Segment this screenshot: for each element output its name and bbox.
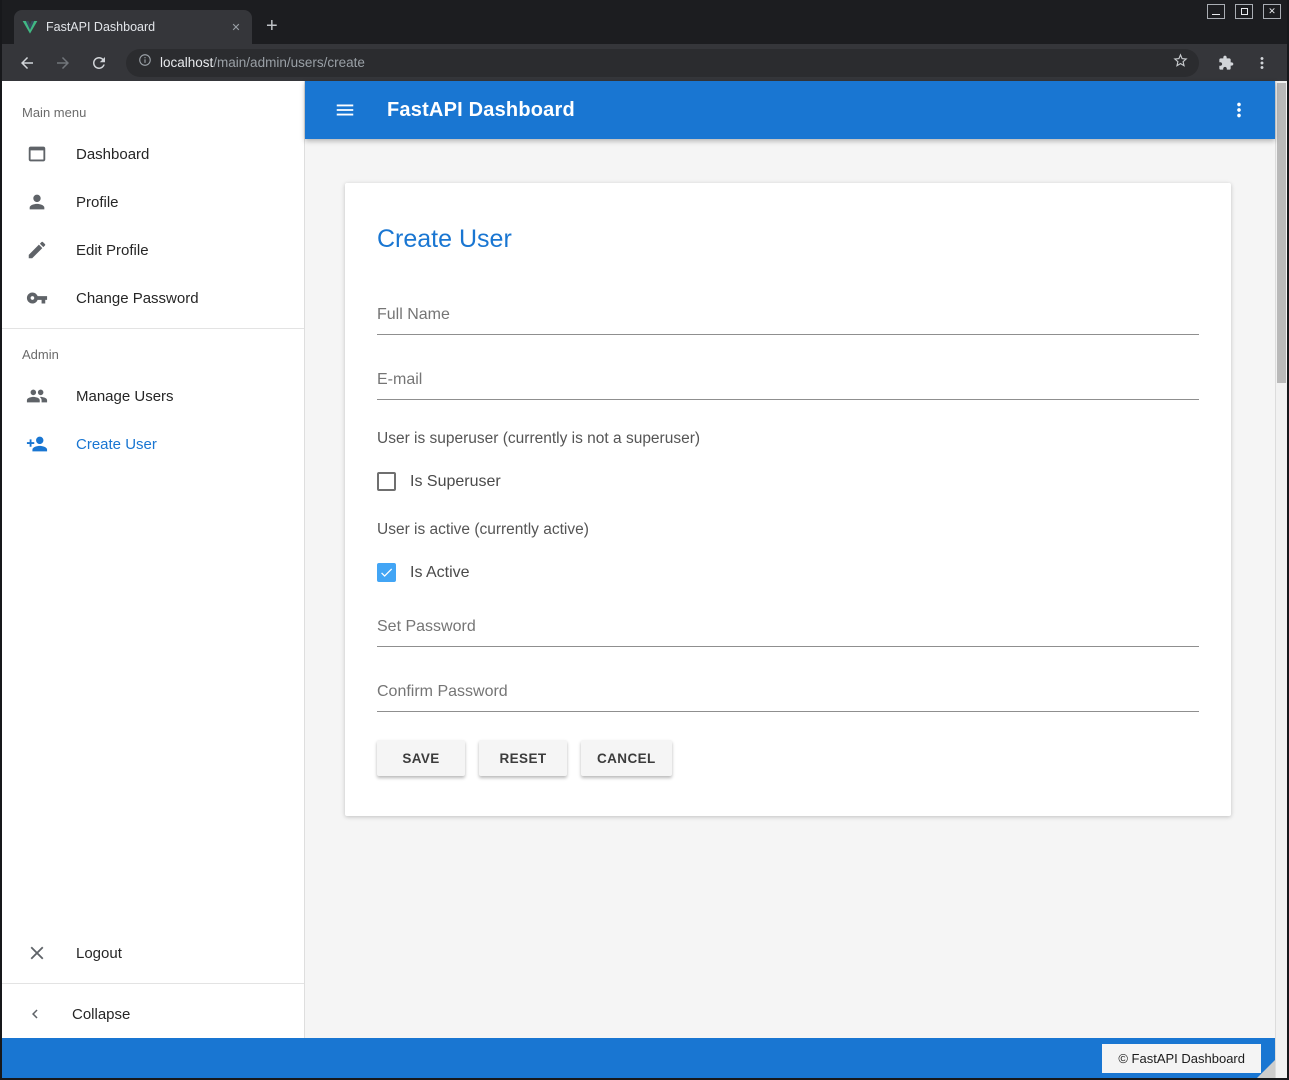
is-superuser-checkbox[interactable] — [377, 472, 396, 491]
key-icon — [26, 287, 48, 309]
page: Main menu Dashboard Profile Edit Profile… — [2, 81, 1287, 1078]
sidebar: Main menu Dashboard Profile Edit Profile… — [2, 81, 305, 1038]
page-scrollbar[interactable] — [1275, 81, 1287, 1078]
sidebar-item-collapse[interactable]: Collapse — [2, 990, 304, 1038]
vuetify-logo-icon — [22, 19, 38, 35]
resize-grip — [1257, 1060, 1275, 1078]
is-active-checkbox-row[interactable]: Is Active — [377, 563, 1199, 582]
app-bar-menu-button[interactable] — [1221, 92, 1257, 128]
back-icon — [18, 54, 36, 72]
sidebar-item-edit-profile[interactable]: Edit Profile — [2, 226, 304, 274]
hamburger-menu-button[interactable] — [327, 92, 363, 128]
sidebar-item-logout[interactable]: Logout — [2, 929, 304, 977]
url-host: localhost — [160, 55, 213, 70]
page-title: Create User — [377, 225, 1199, 254]
pencil-icon — [26, 239, 48, 261]
sidebar-section-main-menu: Main menu — [2, 85, 304, 130]
sidebar-item-dashboard[interactable]: Dashboard — [2, 130, 304, 178]
sidebar-divider — [2, 328, 304, 329]
person-add-icon — [26, 433, 48, 455]
url-path: /main/admin/users/create — [213, 55, 365, 70]
maximize-button[interactable] — [1235, 4, 1253, 19]
chevron-left-icon — [26, 1005, 44, 1023]
form-actions: SAVE RESET CANCEL — [377, 740, 1199, 776]
sidebar-item-label: Logout — [76, 945, 122, 962]
address-bar[interactable]: localhost/main/admin/users/create — [126, 49, 1199, 77]
sidebar-divider — [2, 983, 304, 984]
checkbox-label: Is Active — [410, 564, 470, 582]
minimize-icon — [1212, 14, 1220, 15]
sidebar-item-label: Edit Profile — [76, 242, 149, 259]
browser-menu-button[interactable] — [1247, 48, 1277, 78]
logout-x-icon — [26, 942, 48, 964]
set-password-field[interactable] — [377, 612, 1199, 647]
people-icon — [26, 385, 48, 407]
active-hint: User is active (currently active) — [377, 521, 1199, 539]
app-bar-title: FastAPI Dashboard — [387, 99, 575, 122]
dashboard-icon — [26, 143, 48, 165]
kebab-menu-icon — [1253, 54, 1271, 72]
sidebar-item-label: Profile — [76, 194, 119, 211]
sidebar-item-change-password[interactable]: Change Password — [2, 274, 304, 322]
sidebar-item-label: Change Password — [76, 290, 199, 307]
person-icon — [26, 191, 48, 213]
extensions-icon — [1218, 55, 1234, 71]
tab-title: FastAPI Dashboard — [46, 20, 220, 34]
footer: © FastAPI Dashboard — [2, 1038, 1275, 1078]
reload-icon — [90, 54, 108, 72]
is-superuser-checkbox-row[interactable]: Is Superuser — [377, 472, 1199, 491]
create-user-card: Create User User is superuser (currently… — [345, 183, 1231, 816]
kebab-menu-icon — [1228, 99, 1250, 121]
close-window-button[interactable]: ✕ — [1263, 4, 1281, 19]
save-button[interactable]: SAVE — [377, 740, 465, 776]
content-area: Create User User is superuser (currently… — [305, 139, 1275, 1038]
email-field[interactable] — [377, 365, 1199, 400]
browser-window: FastAPI Dashboard ✕ + ✕ localhost/main/a… — [0, 0, 1289, 1080]
is-active-checkbox[interactable] — [377, 563, 396, 582]
browser-tab-bar: FastAPI Dashboard ✕ + ✕ — [2, 0, 1287, 44]
hamburger-icon — [334, 99, 356, 121]
confirm-password-field[interactable] — [377, 677, 1199, 712]
new-tab-button[interactable]: + — [266, 16, 278, 36]
window-controls: ✕ — [1207, 4, 1281, 19]
forward-icon — [54, 54, 72, 72]
page-info-icon[interactable] — [138, 53, 152, 72]
close-icon: ✕ — [1268, 7, 1276, 16]
checkbox-label: Is Superuser — [410, 473, 501, 491]
extensions-button[interactable] — [1211, 48, 1241, 78]
superuser-hint: User is superuser (currently is not a su… — [377, 430, 1199, 448]
cancel-button[interactable]: CANCEL — [581, 740, 672, 776]
sidebar-item-label: Collapse — [72, 1006, 130, 1023]
bookmark-star-icon[interactable] — [1172, 52, 1189, 74]
sidebar-section-admin: Admin — [2, 335, 304, 372]
main-area: FastAPI Dashboard Create User User is su… — [305, 81, 1275, 1038]
url-text: localhost/main/admin/users/create — [160, 55, 1164, 70]
back-button[interactable] — [12, 48, 42, 78]
sidebar-item-label: Dashboard — [76, 146, 149, 163]
reset-button[interactable]: RESET — [479, 740, 567, 776]
sidebar-spacer — [2, 468, 304, 929]
maximize-icon — [1241, 8, 1248, 15]
sidebar-item-label: Manage Users — [76, 388, 174, 405]
sidebar-item-create-user[interactable]: Create User — [2, 420, 304, 468]
tab-close-icon[interactable]: ✕ — [228, 19, 244, 35]
full-name-field[interactable] — [377, 300, 1199, 335]
sidebar-item-label: Create User — [76, 436, 157, 453]
forward-button[interactable] — [48, 48, 78, 78]
minimize-button[interactable] — [1207, 4, 1225, 19]
scrollbar-thumb[interactable] — [1277, 83, 1286, 383]
browser-tab[interactable]: FastAPI Dashboard ✕ — [14, 10, 252, 44]
check-icon — [379, 565, 394, 580]
sidebar-item-manage-users[interactable]: Manage Users — [2, 372, 304, 420]
browser-toolbar: localhost/main/admin/users/create — [2, 44, 1287, 81]
footer-copyright: © FastAPI Dashboard — [1102, 1044, 1261, 1073]
sidebar-item-profile[interactable]: Profile — [2, 178, 304, 226]
app-bar: FastAPI Dashboard — [305, 81, 1275, 139]
reload-button[interactable] — [84, 48, 114, 78]
